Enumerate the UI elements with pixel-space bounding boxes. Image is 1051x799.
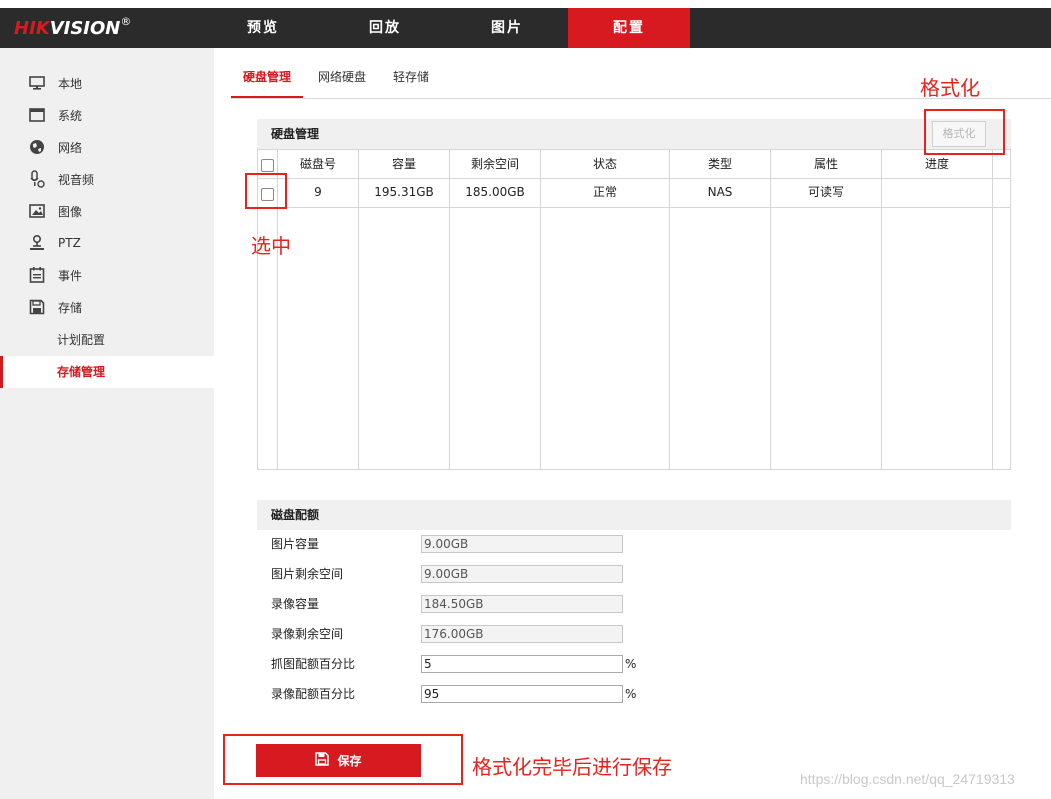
column-divider [992, 150, 993, 469]
logo-red-text: HIK [14, 18, 50, 39]
sidebar-item-ptz[interactable]: PTZ [0, 227, 214, 259]
nav-picture[interactable]: 图片 [446, 8, 568, 48]
annotation-select-box [245, 173, 287, 209]
row-divider [258, 207, 1010, 208]
sidebar-item-image[interactable]: 图像 [0, 195, 214, 227]
nav-playback[interactable]: 回放 [324, 8, 446, 48]
cell-capacity: 195.31GB [374, 185, 434, 199]
ptz-person-icon [28, 234, 46, 252]
annotation-format-box [924, 109, 1005, 155]
select-all-checkbox[interactable] [261, 159, 274, 172]
tab-network-hdd[interactable]: 网络硬盘 [318, 62, 366, 98]
watermark: https://blog.csdn.net/qq_24719313 [800, 771, 1015, 787]
sidebar-subitem-schedule[interactable]: 计划配置 [0, 324, 214, 356]
record-quota-unit: % [625, 687, 637, 701]
floppy-icon [28, 298, 46, 316]
cell-disk-no: 9 [314, 185, 322, 199]
hikvision-logo: HIKVISION® [14, 15, 132, 39]
sidebar-item-label: 图像 [58, 204, 83, 219]
mic-camera-icon [28, 170, 46, 188]
sidebar-item-video-audio[interactable]: 视音频 [0, 163, 214, 195]
cell-free-space: 185.00GB [465, 185, 525, 199]
picture-free-space-label: 图片剩余空间 [271, 567, 344, 581]
cell-attribute: 可读写 [807, 185, 844, 199]
top-bar: HIKVISION® 预览 回放 图片 配置 [0, 8, 1051, 48]
hdd-section-header: 硬盘管理 [257, 119, 1011, 149]
logo-reg-mark: ® [120, 15, 132, 28]
annotation-save-box [223, 734, 463, 785]
record-free-space-field: 176.00GB [421, 625, 623, 643]
annotation-save-text: 格式化完毕后进行保存 [472, 755, 672, 779]
sidebar-subitem-storage-management[interactable]: 存储管理 [0, 356, 214, 388]
window-icon [28, 106, 46, 124]
picture-free-space-field: 9.00GB [421, 565, 623, 583]
annotation-select-text: 选中 [251, 234, 291, 258]
disk-table: 磁盘号 容量 剩余空间 状态 类型 属性 进度 9 195.31GB 185.0… [257, 149, 1011, 470]
column-header-attribute: 属性 [813, 157, 838, 171]
record-quota-input[interactable]: 95 [421, 685, 623, 703]
globe-icon [28, 138, 46, 156]
column-header-disk-no: 磁盘号 [299, 157, 336, 171]
sidebar-item-network[interactable]: 网络 [0, 131, 214, 163]
sidebar-item-label: 系统 [58, 108, 83, 123]
sidebar: 本地 系统 网络 视音频 图像 PTZ 事件 存储 计划配置 存储管理 [0, 48, 214, 799]
record-capacity-field: 184.50GB [421, 595, 623, 613]
sidebar-item-label: 事件 [58, 268, 83, 283]
sidebar-item-storage[interactable]: 存储 [0, 291, 214, 323]
record-free-space-label: 录像剩余空间 [271, 627, 344, 641]
record-capacity-label: 录像容量 [271, 597, 320, 611]
cell-progress [882, 178, 992, 207]
snapshot-quota-input[interactable]: 5 [421, 655, 623, 673]
quota-section-header: 磁盘配额 [257, 500, 1011, 530]
annotation-format-text: 格式化 [920, 76, 980, 100]
tab-lite-storage[interactable]: 轻存储 [393, 62, 429, 98]
column-header-free-space: 剩余空间 [470, 157, 519, 171]
nav-preview[interactable]: 预览 [202, 8, 324, 48]
monitor-icon [28, 74, 46, 92]
picture-capacity-field: 9.00GB [421, 535, 623, 553]
sidebar-item-local[interactable]: 本地 [0, 67, 214, 99]
sidebar-item-label: 存储 [58, 300, 83, 315]
cell-status: 正常 [592, 185, 617, 199]
column-header-capacity: 容量 [391, 157, 416, 171]
tab-hdd-management[interactable]: 硬盘管理 [231, 62, 303, 98]
column-header-type: 类型 [707, 157, 732, 171]
sidebar-item-system[interactable]: 系统 [0, 99, 214, 131]
snapshot-quota-label: 抓图配额百分比 [271, 657, 356, 671]
sidebar-item-label: 视音频 [58, 172, 95, 187]
column-header-status: 状态 [592, 157, 617, 171]
sidebar-item-label: 本地 [58, 76, 83, 91]
record-quota-label: 录像配额百分比 [271, 687, 356, 701]
main-nav: 预览 回放 图片 配置 [202, 8, 690, 48]
logo-white-text: VISION [49, 18, 121, 39]
sidebar-item-label: 网络 [58, 140, 83, 155]
sidebar-item-label: PTZ [58, 236, 81, 250]
snapshot-quota-unit: % [625, 657, 637, 671]
calendar-icon [28, 266, 46, 284]
cell-type: NAS [707, 185, 733, 199]
nav-configuration[interactable]: 配置 [568, 8, 690, 48]
sidebar-item-event[interactable]: 事件 [0, 259, 214, 291]
picture-capacity-label: 图片容量 [271, 537, 320, 551]
image-icon [28, 202, 46, 220]
